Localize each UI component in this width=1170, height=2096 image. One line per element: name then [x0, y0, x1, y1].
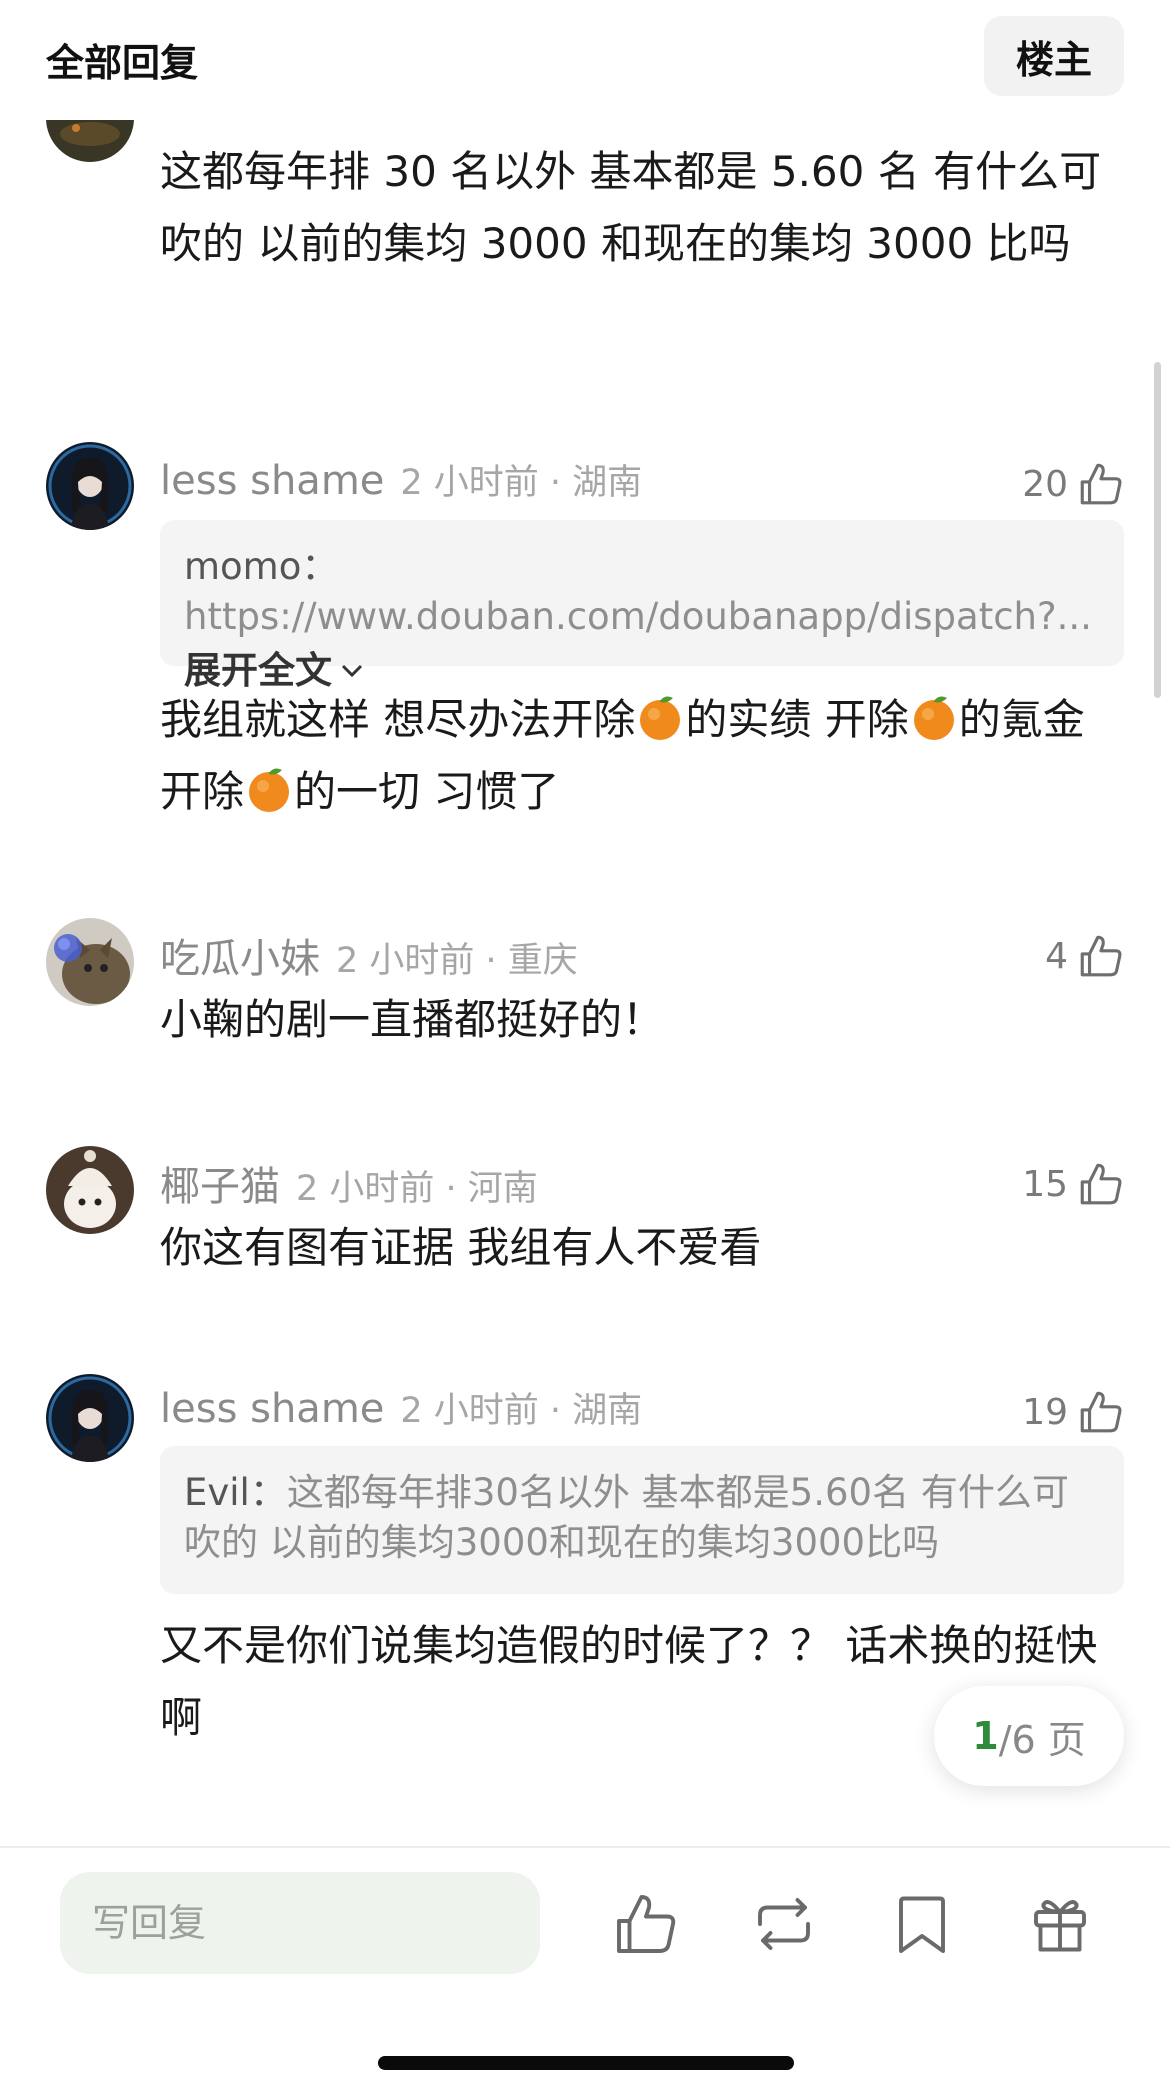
comment-author[interactable]: 椰子猫: [160, 1154, 280, 1212]
like-button[interactable]: 19: [1022, 1382, 1126, 1442]
comment-body-text: 的一切 习惯了: [294, 767, 560, 816]
reply-input[interactable]: [60, 1872, 540, 1974]
quote-author: momo：: [184, 545, 339, 588]
like-count: 20: [1022, 463, 1068, 505]
thumbs-up-icon: [1080, 1163, 1122, 1205]
comment-author[interactable]: less shame: [160, 1386, 384, 1432]
comment-body: 小鞠的剧一直播都挺好的！: [160, 995, 665, 1044]
thumbs-up-icon: [1080, 1391, 1122, 1433]
avatar[interactable]: [46, 442, 134, 530]
like-count: 19: [1022, 1391, 1068, 1433]
orange-emoji-icon: [635, 695, 685, 744]
comment-author[interactable]: 吃瓜小妹: [160, 926, 320, 984]
orange-emoji-icon: [909, 695, 959, 744]
like-count: 15: [1022, 1163, 1068, 1205]
quote-text: 这都每年排30名以外 基本都是5.60名 有什么可吹的 以前的集均3000和现在…: [184, 1471, 1069, 1564]
quoted-reply[interactable]: Evil：这都每年排30名以外 基本都是5.60名 有什么可吹的 以前的集均30…: [160, 1446, 1124, 1594]
page-title: 全部回复: [46, 41, 199, 85]
thumbs-up-icon: [1080, 463, 1122, 505]
gift-icon[interactable]: [1024, 1888, 1096, 1960]
current-page: 1: [972, 1714, 999, 1758]
like-count: 4: [1045, 935, 1068, 977]
comment-body: 我组就这样 想尽办法开除 的实绩 开除 的氪金 开除 的一切 习惯了: [160, 684, 1110, 828]
page-total: /6 页: [998, 1717, 1086, 1762]
bookmark-icon[interactable]: [886, 1888, 958, 1960]
comment-body: 你这有图有证据 我组有人不爱看: [160, 1223, 762, 1272]
home-indicator[interactable]: [378, 2056, 794, 2070]
comment-time-location: 2 小时前 · 重庆: [336, 941, 578, 981]
scrollbar[interactable]: [1154, 362, 1161, 698]
page-indicator[interactable]: 1/6 页: [934, 1686, 1124, 1786]
quote-author: Evil：: [184, 1471, 287, 1514]
avatar[interactable]: [46, 120, 134, 162]
op-only-button[interactable]: 楼主: [984, 16, 1124, 96]
comment-body-text: 我组就这样 想尽办法开除: [160, 695, 636, 744]
comment-body: 这都每年排 30 名以外 基本都是 5.60 名 有什么可吹的 以前的集均 30…: [160, 147, 1102, 268]
avatar[interactable]: [46, 918, 134, 1006]
comment-time-location: 2 小时前 · 河南: [296, 1169, 538, 1209]
repost-icon[interactable]: [748, 1888, 820, 1960]
like-button[interactable]: 15: [1022, 1154, 1126, 1214]
comment-time-location: 2 小时前 · 湖南: [400, 463, 643, 503]
thumbs-up-icon: [1080, 935, 1122, 977]
comment-time-location: 2 小时前 · 湖南: [400, 1391, 643, 1431]
quote-text: https://www.douban.com/doubanapp/dispatc…: [184, 595, 1092, 638]
comment-author[interactable]: less shame: [160, 458, 384, 504]
orange-emoji-icon: [244, 767, 294, 816]
reply-page: 全部回复 楼主 这都每年排 30 名以外 基本都是 5.60 名 有什么可吹的 …: [0, 0, 1170, 2096]
like-button[interactable]: 4: [1045, 926, 1126, 986]
avatar[interactable]: [46, 1374, 134, 1462]
thumbs-up-icon[interactable]: [610, 1888, 682, 1960]
like-button[interactable]: 20: [1022, 454, 1126, 514]
comment-body-text: 的实绩 开除: [685, 695, 909, 744]
avatar[interactable]: [46, 1146, 134, 1234]
quoted-reply[interactable]: momo： https://www.douban.com/doubanapp/di…: [160, 520, 1124, 692]
